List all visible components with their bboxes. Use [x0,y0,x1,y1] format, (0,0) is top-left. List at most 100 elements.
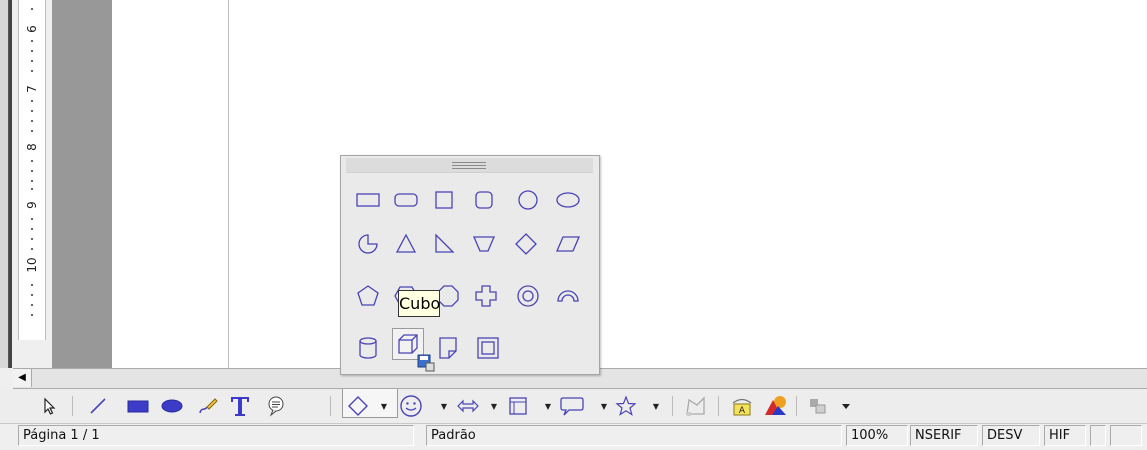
shape-circle-pie[interactable] [352,228,384,260]
text-t-icon [231,397,249,416]
ruler-tick [31,180,33,182]
ellipse-tool-button[interactable] [158,392,186,420]
shape-isosceles-triangle[interactable] [390,228,422,260]
triangle-icon [395,233,417,253]
ruler-tick [31,294,33,296]
chevron-down-icon[interactable]: ▼ [544,402,552,411]
points-edit-icon [686,396,705,416]
window-left-border [0,0,9,368]
ruler-tick [31,100,33,102]
shape-block-arc[interactable] [552,280,584,312]
chevron-down-icon[interactable]: ▼ [380,402,388,411]
shape-frame[interactable] [472,332,504,364]
status-field[interactable] [1110,425,1142,446]
shape-diamond[interactable] [510,228,542,260]
drawing-canvas[interactable] [112,0,1147,368]
diamond-icon [348,396,368,416]
status-selection-mode[interactable]: DESV [982,425,1040,446]
block-arrows-button[interactable] [454,392,482,420]
chevron-down-icon [842,404,850,409]
stars-button[interactable] [612,392,640,420]
callout-tool-button[interactable] [262,392,290,420]
freeform-tool-button[interactable] [194,392,222,420]
shape-folded-corner[interactable] [432,332,464,364]
status-style[interactable]: Padrão [426,425,842,446]
filled-rectangle-icon [127,400,149,413]
rectangle-tool-button[interactable] [124,392,152,420]
status-zoom[interactable]: 100% [846,425,908,446]
grip-line [452,165,486,166]
chevron-down-icon[interactable]: ▼ [600,402,608,411]
toolbar-separator [718,396,719,416]
toolbar-separator [796,396,797,416]
text-tool-button[interactable] [226,392,254,420]
pentagon-icon [357,285,379,306]
select-tool-button[interactable] [36,392,64,420]
flowchart-icon [509,397,527,415]
vertical-ruler[interactable]: 6 7 8 9 10 [18,0,46,340]
ruler-tick [31,284,33,286]
chevron-down-icon[interactable]: ▼ [490,402,498,411]
ruler-tick [31,248,33,250]
symbol-shapes-button[interactable] [397,392,425,420]
shape-right-triangle[interactable] [428,228,460,260]
line-tool-button[interactable] [84,392,112,420]
shape-square[interactable] [428,184,460,216]
shape-circle[interactable] [512,184,544,216]
line-icon [90,398,106,414]
ruler-tick [31,170,33,172]
scroll-left-button[interactable]: ◀ [13,369,32,387]
shape-parallelogram[interactable] [552,228,584,260]
shape-ellipse[interactable] [552,184,584,216]
star-icon [615,395,637,416]
ruler-tick [31,8,33,10]
circle-icon [518,190,538,210]
popup-drag-handle[interactable] [346,158,593,173]
shape-trapezoid[interactable] [468,228,500,260]
ruler-tick [31,314,33,316]
page-margin-area [52,0,112,368]
block-arc-icon [557,290,579,302]
ruler-tick [31,40,33,42]
callout-bubble-icon [560,397,584,416]
ruler-tick [31,218,33,220]
ruler-label-9: 9 [25,201,39,209]
ring-icon [517,285,539,307]
shape-pentagon[interactable] [352,280,384,312]
points-button[interactable] [682,392,710,420]
status-hyphenation[interactable]: HIF [1044,425,1086,446]
ruler-tick [31,120,33,122]
chevron-down-icon[interactable]: ▼ [652,402,660,411]
toolbar-overflow-button[interactable] [832,392,860,420]
shape-rounded-rectangle[interactable] [390,184,422,216]
fontwork-button[interactable]: A [728,392,756,420]
cylinder-icon [359,337,377,359]
square-icon [435,191,453,209]
extrusion-icon [810,399,826,414]
diamond-icon [515,233,537,255]
shape-rectangle[interactable] [352,184,384,216]
window-left-border-dark [9,0,12,368]
status-field[interactable] [1090,425,1106,446]
ruler-label-8: 8 [25,143,39,151]
circle-pie-icon [358,234,378,254]
from-file-button[interactable] [762,392,790,420]
flowchart-button[interactable] [504,392,532,420]
shape-cross[interactable] [470,280,502,312]
chevron-down-icon[interactable]: ▼ [440,402,448,411]
shape-ring[interactable] [512,280,544,312]
extrusion-button[interactable] [804,392,832,420]
ruler-label-10: 10 [25,257,39,273]
status-page[interactable]: Página 1 / 1 [18,425,414,446]
filled-ellipse-icon [161,399,183,413]
callouts-button[interactable] [558,392,586,420]
status-insert-mode[interactable]: NSERIF [910,425,978,446]
ruler-tick [31,130,33,132]
shape-cylinder[interactable] [352,332,384,364]
right-triangle-icon [435,233,455,253]
tooltip: Cubo [398,290,440,317]
ruler-tick [31,188,33,190]
frame-icon [477,337,499,359]
shape-rounded-square[interactable] [468,184,500,216]
basic-shapes-button[interactable] [344,392,372,420]
